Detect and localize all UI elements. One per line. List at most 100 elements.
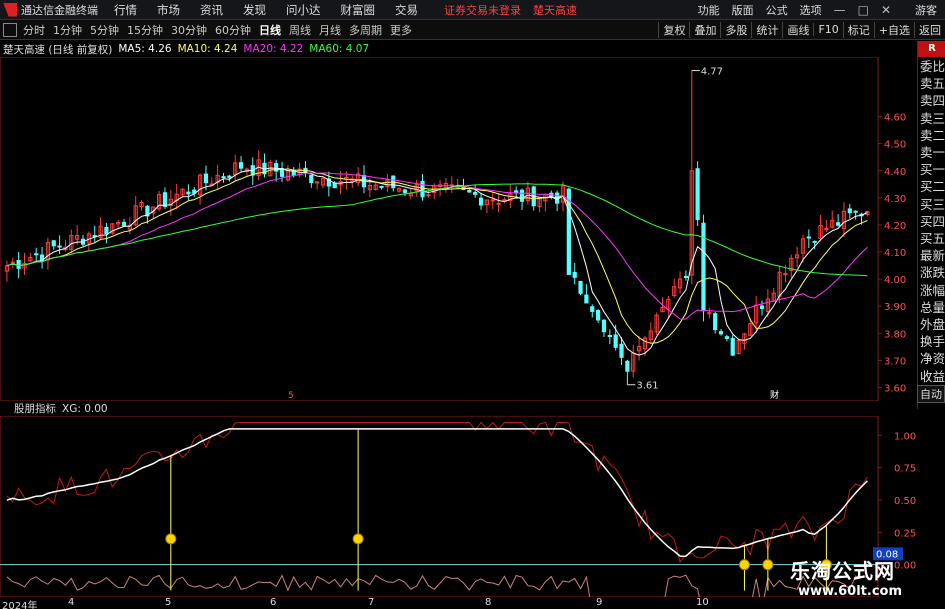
menu-formula[interactable]: 公式 (766, 2, 788, 18)
side-item-10: 买五 (920, 231, 945, 246)
low-label: 3.61 (636, 381, 658, 392)
watermark: 乐淘公式网 www.60lt.com (790, 555, 940, 605)
tool-multi-stock[interactable]: 多股 (720, 21, 751, 38)
candle-body (309, 174, 314, 184)
candle-body (619, 343, 624, 358)
menu-news[interactable]: 资讯 (200, 2, 223, 18)
menu-market[interactable]: 市场 (157, 2, 180, 18)
candle-body (835, 222, 841, 226)
candle-body (759, 305, 765, 310)
side-item-17: 净资 (920, 351, 945, 367)
smiley-icon (165, 533, 177, 545)
candle-body (730, 338, 735, 356)
period-timeshare[interactable]: 分时 (23, 22, 45, 38)
side-item-2: 卖四 (920, 93, 945, 109)
login-status[interactable]: 证券交易未登录 (444, 2, 521, 18)
tool-add-watchlist[interactable]: +自选 (873, 21, 914, 38)
menu-discover[interactable]: 发现 (243, 2, 266, 18)
side-item-14: 总量 (920, 299, 945, 315)
indicator-name[interactable]: 股朋指标 (14, 401, 56, 416)
side-item-12: 涨跌 (920, 265, 945, 281)
candle-body (104, 226, 109, 235)
period-daily[interactable]: 日线 (259, 22, 281, 38)
event-marker-5: 5 (288, 391, 294, 401)
period-toolbar: 分时 1分钟 5分钟 15分钟 30分钟 60分钟 日线 周线 月线 多周期 更… (0, 20, 945, 40)
side-item-8: 买三 (920, 196, 945, 212)
tool-back[interactable]: 返回 (914, 21, 945, 38)
price-tick-label: 3.70 (884, 356, 906, 367)
candle-body (519, 189, 525, 202)
maximize-icon[interactable]: □ (858, 3, 869, 17)
candle-body (57, 245, 62, 248)
date-axis-label: 9 (596, 597, 603, 608)
tool-f10[interactable]: F10 (813, 23, 842, 36)
period-30min[interactable]: 30分钟 (171, 22, 207, 38)
price-tick-label: 4.50 (884, 140, 906, 151)
tool-adjust[interactable]: 复权 (658, 21, 689, 38)
candle-body (555, 192, 560, 204)
side-item-1: 卖五 (920, 76, 945, 92)
chart-title[interactable]: 楚天高速 (日线 前复权) (3, 42, 112, 57)
smiley-icon (738, 559, 750, 571)
candle-body (227, 175, 232, 178)
menu-options[interactable]: 选项 (800, 2, 822, 18)
menu-wealth[interactable]: 财富圈 (341, 2, 376, 18)
period-weekly[interactable]: 周线 (289, 22, 311, 38)
tool-overlay[interactable]: 叠加 (689, 21, 720, 38)
candle-body (502, 199, 507, 202)
menu-ask[interactable]: 问小达 (286, 2, 321, 18)
price-chart[interactable]: 4.60 4.50 4.40 4.30 4.20 4.10 4.00 3.90 3.80 3.70… (0, 57, 917, 401)
candle-body (724, 336, 729, 339)
side-item-5: 卖一 (920, 145, 945, 160)
indicator-tick-label: 0.25 (894, 528, 916, 539)
period-5min[interactable]: 5分钟 (90, 22, 119, 38)
candle-body (718, 331, 724, 335)
period-more[interactable]: 更多 (390, 22, 412, 38)
price-tick-label: 4.10 (884, 248, 906, 259)
menu-layout[interactable]: 版面 (732, 2, 754, 18)
tool-stats[interactable]: 统计 (751, 21, 782, 38)
candle-body (853, 210, 858, 213)
candle-body (496, 202, 501, 205)
side-item-6: 买一 (920, 162, 945, 178)
r-badge[interactable]: R (918, 41, 945, 57)
candle-body (625, 360, 630, 372)
minimize-icon[interactable]: — (834, 3, 846, 17)
panel-toggle-icon[interactable] (3, 22, 17, 37)
menu-quotes[interactable]: 行情 (114, 2, 137, 18)
candle-body (812, 240, 817, 243)
indicator-red-line (6, 421, 868, 564)
auto-button[interactable]: 自动 (917, 385, 945, 403)
candle-body (426, 194, 431, 197)
period-monthly[interactable]: 月线 (319, 22, 341, 38)
tool-mark[interactable]: 标记 (842, 21, 874, 38)
candle-body (162, 192, 168, 207)
candle-body (578, 280, 583, 294)
side-item-16: 换手 (920, 334, 945, 350)
date-axis-label: 2024年 (2, 601, 38, 609)
side-item-4: 卖二 (920, 127, 945, 143)
candle-body (572, 271, 577, 278)
candle-body (490, 199, 495, 202)
indicator-xg: XG: 0.00 (62, 402, 108, 415)
menu-function[interactable]: 功能 (698, 2, 720, 18)
candle-body (695, 168, 700, 221)
candle-body (847, 208, 852, 214)
indicator-chart[interactable]: 1.000.750.500.250.000.08 (0, 416, 917, 597)
guest-user[interactable]: 游客 (915, 2, 937, 18)
watermark-title: 乐淘公式网 (790, 559, 895, 583)
candle-body (683, 275, 689, 279)
side-item-11: 最新 (920, 248, 945, 264)
period-15min[interactable]: 15分钟 (127, 22, 163, 38)
close-icon[interactable]: ✕ (881, 3, 891, 17)
candle-body (824, 228, 829, 231)
period-multi[interactable]: 多周期 (349, 22, 382, 38)
menu-trade[interactable]: 交易 (395, 2, 418, 18)
side-item-13: 涨幅 (920, 282, 945, 298)
period-1min[interactable]: 1分钟 (53, 22, 82, 38)
candle-body (34, 253, 39, 256)
chart-info-line: 楚天高速 (日线 前复权) MA5: 4.26 MA10: 4.24 MA20:… (0, 41, 375, 57)
tool-draw[interactable]: 画线 (782, 21, 813, 38)
app-logo-icon (3, 2, 17, 17)
period-60min[interactable]: 60分钟 (215, 22, 251, 38)
